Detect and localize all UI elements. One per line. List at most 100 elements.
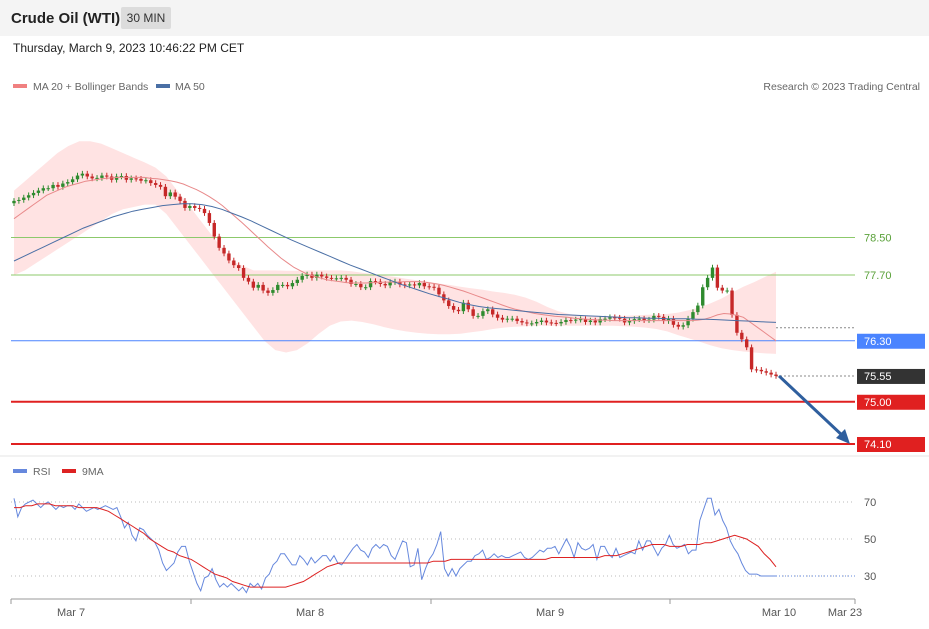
candle-body bbox=[51, 184, 55, 189]
level-label-74.10: 74.10 bbox=[864, 439, 892, 451]
candle-body bbox=[46, 188, 50, 190]
candle-body bbox=[725, 290, 729, 292]
x-tick-label-mar-10: Mar 10 bbox=[762, 607, 796, 619]
rsi-line bbox=[13, 497, 776, 594]
ma9-legend-swatch bbox=[62, 469, 76, 473]
candle-body bbox=[701, 287, 705, 306]
x-tick-label-mar-8: Mar 8 bbox=[296, 607, 324, 619]
candle-body bbox=[41, 188, 46, 191]
candle-body bbox=[764, 371, 768, 373]
candle-body bbox=[720, 287, 724, 291]
ma9-legend-label: 9MA bbox=[82, 466, 104, 478]
candle-body bbox=[271, 290, 275, 293]
bollinger-band bbox=[14, 141, 776, 354]
candle-body bbox=[447, 300, 451, 307]
price-level-labels: 78.50 77.70 76.30 75.55 75.00 74.10 bbox=[857, 233, 925, 452]
candle-body bbox=[520, 321, 524, 323]
candle-body bbox=[173, 192, 177, 197]
candle-body bbox=[139, 178, 143, 181]
level-label-75.00: 75.00 bbox=[864, 397, 892, 409]
candle-body bbox=[569, 320, 573, 322]
candle-body bbox=[285, 284, 290, 287]
candle-body bbox=[100, 175, 104, 178]
candle-body bbox=[207, 213, 212, 223]
candle-body bbox=[530, 323, 534, 325]
candle-body bbox=[188, 206, 192, 208]
candle-body bbox=[36, 190, 41, 193]
candle-body bbox=[241, 268, 246, 278]
candle-body bbox=[754, 369, 759, 371]
candle-body bbox=[85, 173, 89, 177]
level-label-78.50: 78.50 bbox=[864, 233, 892, 245]
candle-body bbox=[134, 178, 138, 180]
candle-body bbox=[212, 222, 216, 237]
candle-body bbox=[422, 283, 427, 287]
candle-body bbox=[505, 318, 510, 320]
level-label-77.70: 77.70 bbox=[864, 270, 892, 282]
candle-body bbox=[471, 309, 475, 316]
candle-body bbox=[144, 180, 148, 182]
candle-body bbox=[261, 284, 265, 291]
candle-body bbox=[193, 206, 197, 208]
candle-body bbox=[481, 311, 485, 316]
candle-body bbox=[383, 283, 387, 286]
candle-body bbox=[490, 309, 495, 315]
candle-body bbox=[539, 320, 544, 322]
forecast-arrow-shaft bbox=[777, 374, 846, 439]
candle-body bbox=[202, 208, 207, 214]
credit-text: Research © 2023 Trading Central bbox=[763, 81, 920, 93]
x-axis-ticks: Mar 7 Mar 8 Mar 9 Mar 10 Mar 23 bbox=[10, 599, 862, 619]
candle-body bbox=[168, 192, 173, 197]
candle-body bbox=[266, 290, 270, 293]
candle-body bbox=[603, 318, 607, 320]
candle-body bbox=[534, 321, 539, 324]
candle-body bbox=[178, 196, 182, 201]
candle-body bbox=[222, 247, 226, 254]
candle-body bbox=[749, 347, 754, 370]
ma50-legend-label: MA 50 bbox=[175, 81, 205, 93]
level-label-75.55: 75.55 bbox=[864, 371, 892, 383]
candle-body bbox=[183, 200, 187, 208]
candle-body bbox=[744, 339, 749, 348]
candle-body bbox=[759, 369, 764, 372]
candle-body bbox=[320, 274, 324, 277]
rsi-legend-swatch bbox=[13, 469, 27, 473]
candle-body bbox=[329, 277, 334, 279]
candle-body bbox=[564, 320, 568, 322]
candle-body bbox=[735, 314, 739, 333]
x-tick-label-mar-23: Mar 23 bbox=[828, 607, 862, 619]
candle-body bbox=[105, 175, 109, 177]
ma20-legend-label: MA 20 + Bollinger Bands bbox=[33, 81, 148, 93]
candle-body bbox=[256, 284, 260, 288]
candle-body bbox=[686, 318, 690, 326]
candle-body bbox=[476, 315, 480, 317]
candle-body bbox=[70, 179, 75, 183]
level-label-76.30: 76.30 bbox=[864, 336, 892, 348]
candle-body bbox=[495, 314, 500, 318]
candle-body bbox=[593, 320, 597, 323]
candle-body bbox=[280, 284, 285, 286]
candle-body bbox=[236, 265, 241, 269]
rsi-legend-label: RSI bbox=[33, 466, 51, 478]
candle-body bbox=[217, 236, 221, 248]
candle-body bbox=[681, 325, 685, 327]
candle-body bbox=[290, 283, 295, 287]
candle-body bbox=[544, 320, 549, 323]
candle-body bbox=[525, 322, 529, 324]
bollinger-band-area bbox=[14, 141, 776, 354]
candle-body bbox=[66, 182, 70, 184]
candle-body bbox=[158, 184, 163, 187]
candle-body bbox=[774, 374, 778, 376]
candle-body bbox=[17, 199, 21, 201]
candle-body bbox=[642, 318, 646, 321]
candle-body bbox=[31, 192, 36, 196]
candle-body bbox=[417, 283, 422, 286]
candle-body bbox=[510, 318, 514, 320]
candle-body bbox=[500, 317, 505, 320]
candle-body bbox=[549, 322, 554, 324]
candle-body bbox=[354, 283, 358, 285]
candle-body bbox=[359, 283, 363, 288]
candle-body bbox=[710, 267, 715, 278]
candle-body bbox=[740, 332, 744, 340]
candle-body bbox=[90, 176, 94, 179]
